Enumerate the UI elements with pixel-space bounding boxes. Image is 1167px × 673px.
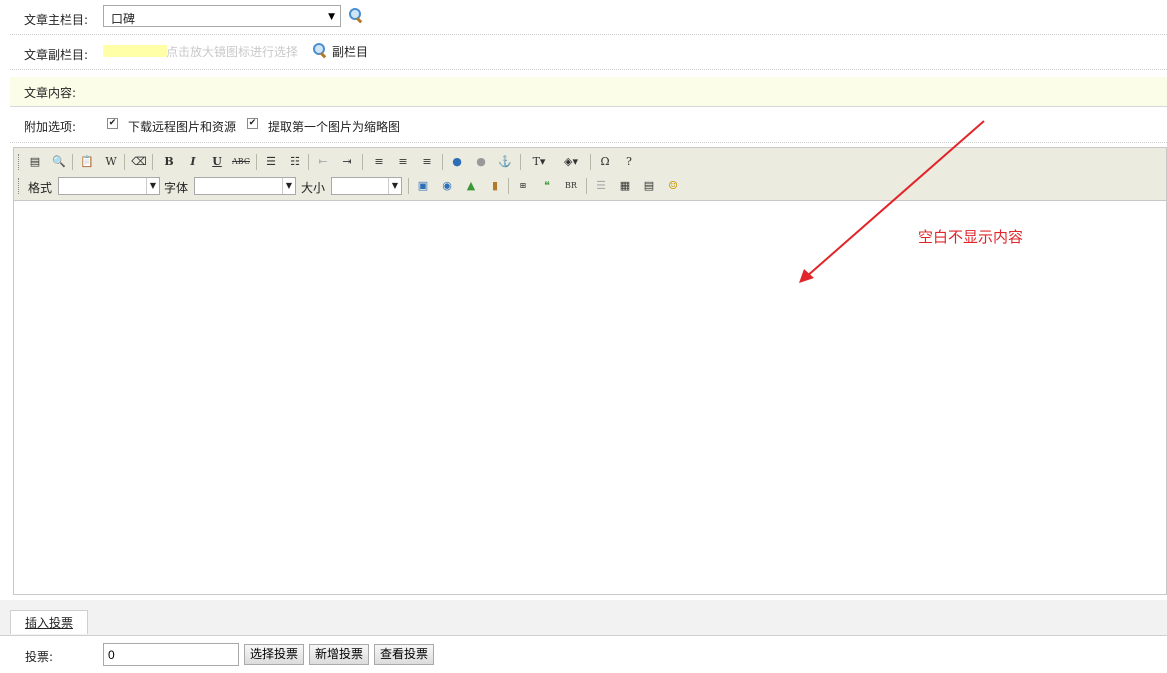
annotation-arrow-icon	[799, 120, 985, 283]
vote-label: 投票:	[25, 650, 54, 664]
vote-input[interactable]	[103, 643, 239, 666]
bottom-tab-bar: 插入投票	[0, 600, 1167, 636]
vote-row: 投票: 选择投票 新增投票 查看投票	[0, 636, 1167, 673]
tab-insert-vote[interactable]: 插入投票	[10, 610, 88, 634]
new-vote-button[interactable]: 新增投票	[309, 644, 370, 665]
select-vote-button[interactable]: 选择投票	[244, 644, 305, 665]
annotation-text: 空白不显示内容	[918, 228, 1024, 246]
view-vote-button[interactable]: 查看投票	[374, 644, 435, 665]
